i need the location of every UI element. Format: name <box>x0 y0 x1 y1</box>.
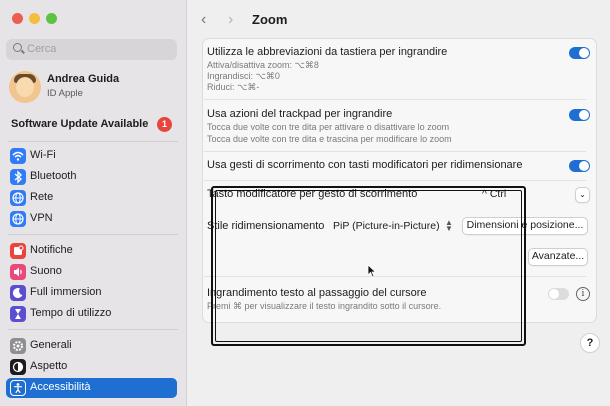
sidebar-item-vpn[interactable]: VPN <box>6 209 177 229</box>
globe-icon <box>10 190 26 206</box>
search-input[interactable]: Cerca <box>6 39 177 60</box>
divider <box>8 329 178 330</box>
sidebar-item-bluetooth[interactable]: Bluetooth <box>6 167 177 187</box>
divider <box>8 234 178 235</box>
search-placeholder: Cerca <box>27 43 57 55</box>
sidebar-item-label: Wi-Fi <box>30 149 56 161</box>
sidebar-item-label: Aspetto <box>30 360 68 372</box>
sidebar-item-label: Full immersion <box>30 286 102 298</box>
keyboard-shortcuts-title: Utilizza le abbreviazioni da tastiera pe… <box>207 46 448 58</box>
sidebar-item-label: Bluetooth <box>30 170 77 182</box>
avatar[interactable] <box>9 71 41 103</box>
update-badge: 1 <box>157 117 172 132</box>
modifier-key-dropdown[interactable]: ⌄ <box>575 187 590 203</box>
wifi-icon <box>10 148 26 164</box>
bluetooth-icon <box>10 169 26 185</box>
mouse-cursor-icon <box>367 264 377 278</box>
trackpad-title: Usa azioni del trackpad per ingrandire <box>207 108 393 120</box>
hourglass-icon <box>10 306 26 322</box>
sidebar-item-accessibilita[interactable]: Accessibilità <box>6 378 177 398</box>
accessibility-icon <box>10 380 26 396</box>
apple-id-label[interactable]: ID Apple <box>47 88 83 99</box>
chevron-down-icon: ⌄ <box>579 190 586 199</box>
advanced-button[interactable]: Avanzate... <box>528 248 588 266</box>
speaker-icon <box>10 264 26 280</box>
sidebar: Cerca Andrea Guida ID Apple Software Upd… <box>0 0 187 406</box>
sidebar-item-full-immersion[interactable]: Full immersion <box>6 283 177 303</box>
divider <box>204 151 586 152</box>
sidebar-item-tempo-di-utilizzo[interactable]: Tempo di utilizzo <box>6 304 177 324</box>
search-icon <box>13 43 22 52</box>
divider <box>8 141 178 142</box>
trackpad-desc-2: Tocca due volte con tre dita e trascina … <box>207 134 452 144</box>
page-title: Zoom <box>252 12 288 27</box>
shortcut-toggle-zoom: Attiva/disattiva zoom: ⌥⌘8 <box>207 60 319 70</box>
keyboard-shortcuts-toggle[interactable] <box>569 47 590 59</box>
sidebar-item-label: Tempo di utilizzo <box>30 307 112 319</box>
gear-icon <box>10 338 26 354</box>
bell-icon <box>10 243 26 259</box>
sidebar-item-label: Rete <box>30 191 54 203</box>
sidebar-item-label: Accessibilità <box>30 381 91 393</box>
sidebar-item-aspetto[interactable]: Aspetto <box>6 357 177 377</box>
info-icon[interactable]: i <box>576 287 590 301</box>
trackpad-desc-1: Tocca due volte con tre dita per attivar… <box>207 122 450 132</box>
sidebar-item-label: VPN <box>30 212 53 224</box>
minimize-window-button[interactable] <box>29 13 40 24</box>
globe-icon <box>10 211 26 227</box>
sidebar-item-rete[interactable]: Rete <box>6 188 177 208</box>
sidebar-item-label: Suono <box>30 265 62 277</box>
appearance-icon <box>10 359 26 375</box>
shortcut-zoom-out: Riduci: ⌥⌘- <box>207 82 260 92</box>
forward-button[interactable]: › <box>228 11 233 29</box>
help-button[interactable]: ? <box>580 333 600 353</box>
divider <box>204 99 586 100</box>
shortcut-zoom-in: Ingrandisci: ⌥⌘0 <box>207 71 280 81</box>
close-window-button[interactable] <box>12 13 23 24</box>
sidebar-item-label: Generali <box>30 339 72 351</box>
divider <box>204 180 586 181</box>
zoom-window-button[interactable] <box>46 13 57 24</box>
moon-icon <box>10 285 26 301</box>
user-name[interactable]: Andrea Guida <box>47 73 119 85</box>
sidebar-item-generali[interactable]: Generali <box>6 336 177 356</box>
scroll-gesture-toggle[interactable] <box>569 160 590 172</box>
software-update-item[interactable]: Software Update Available <box>11 118 148 130</box>
trackpad-toggle[interactable] <box>569 109 590 121</box>
hover-text-toggle[interactable] <box>548 288 569 300</box>
scroll-gesture-title: Usa gesti di scorrimento con tasti modif… <box>207 159 523 171</box>
sidebar-item-wifi[interactable]: Wi-Fi <box>6 146 177 166</box>
sidebar-item-suono[interactable]: Suono <box>6 262 177 282</box>
sidebar-item-label: Notifiche <box>30 244 73 256</box>
back-button[interactable]: ‹ <box>201 11 206 29</box>
sidebar-item-notifiche[interactable]: Notifiche <box>6 241 177 261</box>
